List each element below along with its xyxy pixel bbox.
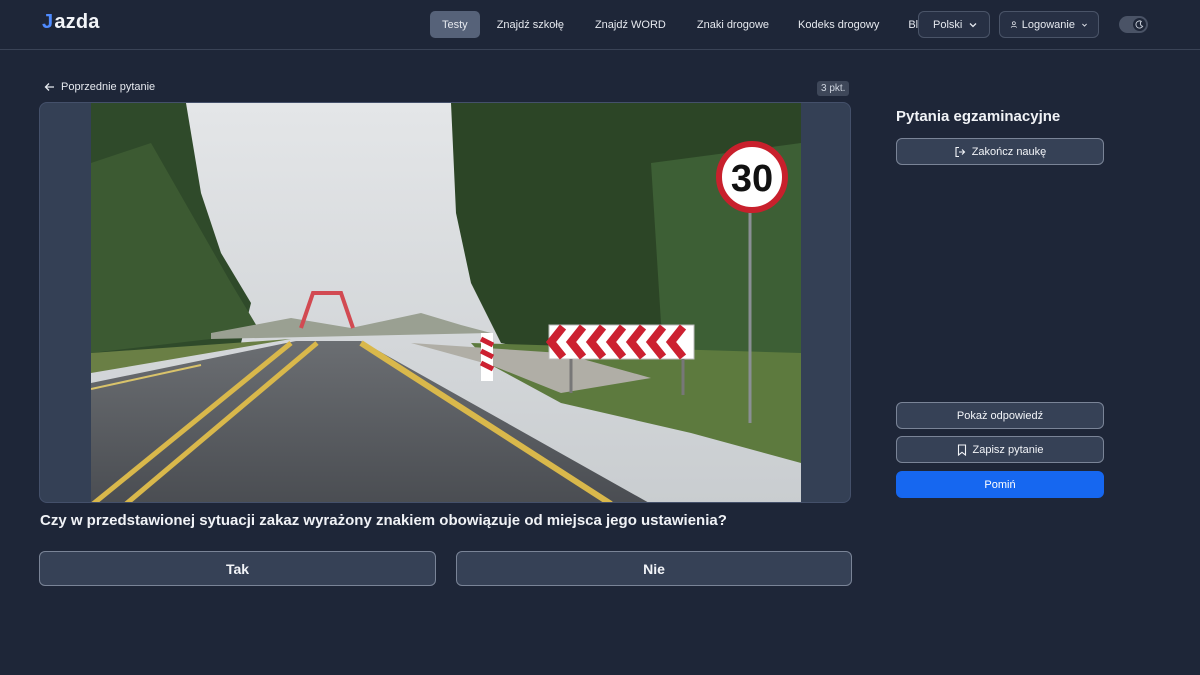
chevron-down-icon [1082, 23, 1087, 27]
question-photo: 30 [91, 103, 801, 502]
bookmark-icon [957, 443, 966, 456]
nav-item-testy[interactable]: Testy [430, 11, 480, 38]
nav-item-znajdz-szkole[interactable]: Znajdź szkołę [485, 11, 576, 38]
answer-yes-button[interactable]: Tak [39, 551, 436, 586]
language-select[interactable]: Polski [918, 11, 990, 38]
top-navbar: J azda Testy Znajdź szkołę Znajdź WORD Z… [0, 0, 1200, 50]
end-study-label: Zakończ naukę [971, 145, 1047, 158]
nav-item-znajdz-word[interactable]: Znajdź WORD [583, 11, 678, 38]
moon-icon [1135, 20, 1144, 29]
theme-toggle[interactable] [1119, 16, 1148, 33]
speed-limit-text: 30 [731, 158, 773, 200]
logo-mark: J [42, 11, 54, 33]
main-nav: Testy Znajdź szkołę Znajdź WORD Znaki dr… [430, 11, 947, 38]
chevron-down-icon [969, 22, 977, 27]
question-media: 30 [39, 102, 851, 503]
arrow-left-icon [44, 83, 54, 91]
previous-question-label: Poprzednie pytanie [61, 81, 156, 93]
logout-icon [955, 146, 965, 157]
logo[interactable]: J azda [42, 11, 100, 34]
nav-item-kodeks-drogowy[interactable]: Kodeks drogowy [786, 11, 891, 38]
logo-text: azda [54, 11, 100, 33]
user-icon [1010, 21, 1017, 28]
save-question-label: Zapisz pytanie [972, 443, 1044, 456]
points-badge: 3 pkt. [817, 81, 850, 96]
show-answer-button[interactable]: Pokaż odpowiedź [896, 402, 1104, 429]
login-button[interactable]: Logowanie [999, 11, 1099, 38]
side-panel-title: Pytania egzaminacyjne [896, 108, 1061, 125]
skip-button[interactable]: Pomiń [896, 471, 1104, 498]
toggle-knob [1133, 18, 1146, 31]
answer-no-button[interactable]: Nie [456, 551, 852, 586]
language-label: Polski [933, 18, 963, 31]
login-label: Logowanie [1021, 18, 1075, 31]
nav-item-znaki-drogowe[interactable]: Znaki drogowe [685, 11, 781, 38]
previous-question-link[interactable]: Poprzednie pytanie [44, 81, 155, 93]
save-question-button[interactable]: Zapisz pytanie [896, 436, 1104, 463]
end-study-button[interactable]: Zakończ naukę [896, 138, 1104, 165]
question-text: Czy w przedstawionej sytuacji zakaz wyra… [40, 512, 727, 529]
